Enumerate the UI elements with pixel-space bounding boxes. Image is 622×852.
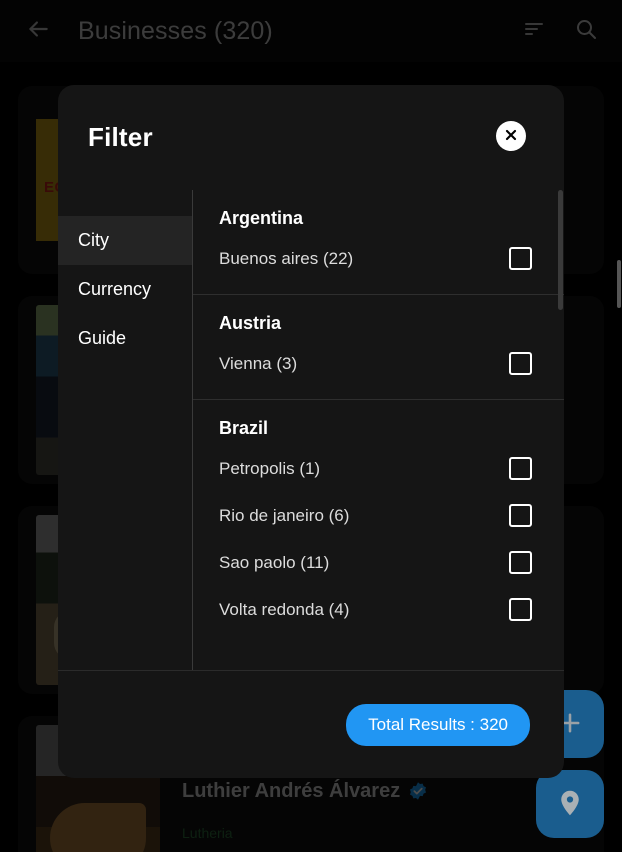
close-button[interactable] xyxy=(496,121,526,151)
city-label: Vienna (3) xyxy=(219,353,298,373)
city-checkbox[interactable] xyxy=(509,457,532,480)
city-row[interactable]: Sao paolo (11) xyxy=(219,539,532,586)
close-icon xyxy=(503,127,519,146)
filter-modal: Filter City Currency Guide Argentina Bue… xyxy=(58,85,564,778)
modal-body: City Currency Guide Argentina Buenos air… xyxy=(58,190,564,670)
city-label: Rio de janeiro (6) xyxy=(219,505,350,525)
total-results-button[interactable]: Total Results : 320 xyxy=(346,703,530,746)
city-row[interactable]: Vienna (3) xyxy=(219,340,532,387)
country-group: Brazil Petropolis (1) Rio de janeiro (6)… xyxy=(193,400,564,645)
modal-header: Filter xyxy=(58,85,564,190)
app-root: Businesses (320) xyxy=(0,0,622,852)
city-checkbox[interactable] xyxy=(509,551,532,574)
city-checkbox[interactable] xyxy=(509,247,532,270)
country-heading: Austria xyxy=(219,313,282,333)
modal-footer: Total Results : 320 xyxy=(58,670,564,778)
city-label: Volta redonda (4) xyxy=(219,599,350,619)
city-row[interactable]: Petropolis (1) xyxy=(219,445,532,492)
city-options-panel[interactable]: Argentina Buenos aires (22) Austria Vien… xyxy=(193,190,564,670)
modal-title: Filter xyxy=(88,122,153,152)
city-checkbox[interactable] xyxy=(509,598,532,621)
country-group: Argentina Buenos aires (22) xyxy=(193,190,564,295)
city-checkbox[interactable] xyxy=(509,352,532,375)
map-view-fab[interactable] xyxy=(536,770,604,838)
city-row[interactable]: Buenos aires (22) xyxy=(219,235,532,282)
city-label: Sao paolo (11) xyxy=(219,552,330,572)
tab-city[interactable]: City xyxy=(58,216,192,265)
city-row[interactable]: Rio de janeiro (6) xyxy=(219,492,532,539)
location-pin-icon xyxy=(555,788,585,821)
country-group: Austria Vienna (3) xyxy=(193,295,564,400)
city-label: Petropolis (1) xyxy=(219,458,321,478)
options-scrollbar-thumb[interactable] xyxy=(558,190,563,310)
city-row[interactable]: Volta redonda (4) xyxy=(219,586,532,633)
city-label: Buenos aires (22) xyxy=(219,248,354,268)
city-checkbox[interactable] xyxy=(509,504,532,527)
tab-currency[interactable]: Currency xyxy=(58,265,192,314)
tab-guide[interactable]: Guide xyxy=(58,314,192,363)
country-heading: Brazil xyxy=(219,418,269,438)
page-scrollbar-thumb[interactable] xyxy=(617,260,621,308)
country-heading: Argentina xyxy=(219,208,304,228)
filter-tab-rail: City Currency Guide xyxy=(58,190,193,670)
